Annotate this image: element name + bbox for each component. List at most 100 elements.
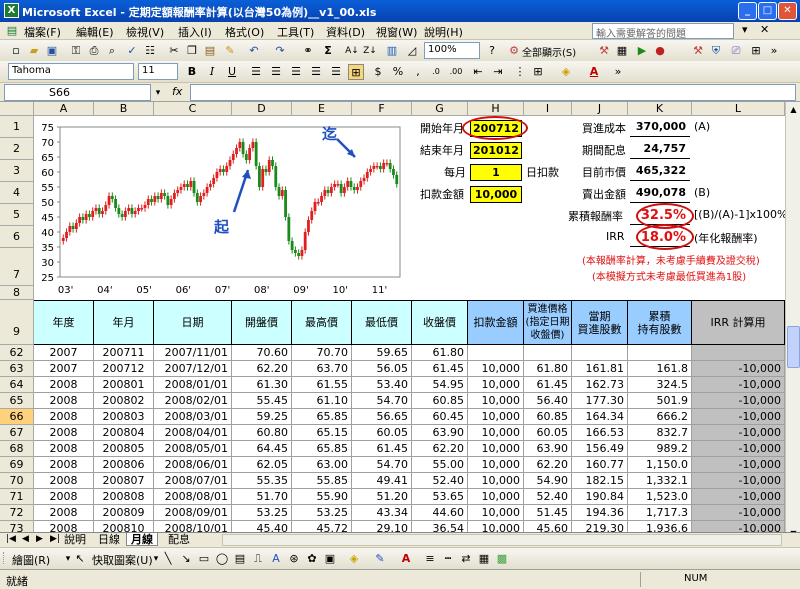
cell-low[interactable]: 49.41: [352, 473, 412, 489]
cell-irr[interactable]: -10,000: [692, 505, 785, 521]
cell-buy-price[interactable]: 63.90: [524, 441, 572, 457]
cell-irr[interactable]: -10,000: [692, 425, 785, 441]
cell-low[interactable]: 51.20: [352, 489, 412, 505]
cell-date[interactable]: 2008/02/01: [154, 393, 232, 409]
cell-close[interactable]: 54.95: [412, 377, 468, 393]
menu-format[interactable]: 格式(O): [225, 24, 264, 40]
cell-buy-price[interactable]: 60.85: [524, 409, 572, 425]
cell-month[interactable]: 200808: [94, 489, 154, 505]
cell-deduct[interactable]: 10,000: [468, 457, 524, 473]
fill-color-icon[interactable]: ◈: [558, 64, 574, 80]
cell-irr[interactable]: -10,000: [692, 361, 785, 377]
cell-year[interactable]: 2007: [34, 345, 94, 361]
cell-shares-held[interactable]: 1,717.3: [628, 505, 692, 521]
row-header[interactable]: 66: [0, 409, 34, 425]
dash-style-icon[interactable]: ┅: [440, 551, 456, 567]
drawing-icon[interactable]: ◿: [404, 43, 420, 59]
tab-monthly[interactable]: 月線: [126, 533, 158, 546]
cell-irr[interactable]: -10,000: [692, 489, 785, 505]
cell-shares-bought[interactable]: 190.84: [572, 489, 628, 505]
cell-high[interactable]: 65.15: [292, 425, 352, 441]
cell-deduct[interactable]: 10,000: [468, 425, 524, 441]
cell-irr[interactable]: -10,000: [692, 409, 785, 425]
cell-buy-price[interactable]: 62.20: [524, 457, 572, 473]
col-header-a[interactable]: A: [34, 102, 94, 116]
increase-indent-icon[interactable]: ⇥: [490, 64, 506, 80]
toolbar-options-icon-2[interactable]: »: [610, 64, 626, 80]
dotted-border-icon[interactable]: ⋮: [512, 64, 528, 80]
cell-high[interactable]: 65.85: [292, 441, 352, 457]
security-icon[interactable]: ⛨: [708, 43, 724, 59]
row-header[interactable]: 4: [0, 182, 34, 204]
cell-shares-bought[interactable]: 156.49: [572, 441, 628, 457]
cell-deduct[interactable]: 10,000: [468, 409, 524, 425]
cell-deduct[interactable]: 10,000: [468, 473, 524, 489]
cell-deduct[interactable]: 10,000: [468, 393, 524, 409]
cell-close[interactable]: 60.85: [412, 393, 468, 409]
row-header[interactable]: 1: [0, 116, 34, 138]
arrow-icon[interactable]: ↘: [178, 551, 194, 567]
cell-irr[interactable]: [692, 345, 785, 361]
justify-icon[interactable]: ☰: [308, 64, 324, 80]
sort-desc-icon[interactable]: Z↓: [362, 43, 378, 59]
deduct-day-input[interactable]: 1: [470, 164, 522, 181]
select-all-corner[interactable]: [0, 102, 34, 116]
cell-irr[interactable]: -10,000: [692, 393, 785, 409]
shadow-icon[interactable]: ▦: [476, 551, 492, 567]
cell-date[interactable]: 2008/03/01: [154, 409, 232, 425]
cell-year[interactable]: 2008: [34, 441, 94, 457]
menu-file[interactable]: 檔案(F): [24, 24, 61, 40]
cell-close[interactable]: 44.60: [412, 505, 468, 521]
sheet-doc-icon[interactable]: ▤: [4, 23, 20, 39]
cell-close[interactable]: 63.90: [412, 425, 468, 441]
permission-icon[interactable]: ⚿: [68, 43, 84, 59]
menu-edit[interactable]: 編輯(E): [76, 24, 114, 40]
cell-date[interactable]: 2007/11/01: [154, 345, 232, 361]
draw-menu-button[interactable]: 繪圖(R): [12, 552, 50, 568]
underline-icon[interactable]: U: [224, 64, 240, 80]
font-size-select[interactable]: 11: [138, 63, 178, 80]
cell-shares-held[interactable]: 1,150.0: [628, 457, 692, 473]
cell-month[interactable]: 200711: [94, 345, 154, 361]
cell-low[interactable]: 43.34: [352, 505, 412, 521]
tab-nav-prev-icon[interactable]: ◀: [18, 533, 33, 546]
copy-icon[interactable]: ❐: [184, 43, 200, 59]
toolbar-options-icon[interactable]: »: [766, 43, 782, 59]
menu-data[interactable]: 資料(D): [326, 24, 365, 40]
cell-date[interactable]: 2008/06/01: [154, 457, 232, 473]
macro-icon[interactable]: ▦: [614, 43, 630, 59]
wordart-icon[interactable]: A: [268, 551, 284, 567]
cell-shares-held[interactable]: 161.8: [628, 361, 692, 377]
cell-open[interactable]: 51.70: [232, 489, 292, 505]
print-icon[interactable]: ⎙: [86, 43, 102, 59]
cell-close[interactable]: 52.40: [412, 473, 468, 489]
cell-deduct[interactable]: 10,000: [468, 441, 524, 457]
cell-shares-held[interactable]: 1,332.1: [628, 473, 692, 489]
cell-high[interactable]: 70.70: [292, 345, 352, 361]
col-header-d[interactable]: D: [232, 102, 292, 116]
diagram-icon[interactable]: ⊛: [286, 551, 302, 567]
cell-open[interactable]: 59.25: [232, 409, 292, 425]
textbox-icon[interactable]: ▤: [232, 551, 248, 567]
cell-date[interactable]: 2008/09/01: [154, 505, 232, 521]
cell-irr[interactable]: -10,000: [692, 441, 785, 457]
menu-insert[interactable]: 插入(I): [178, 24, 212, 40]
tab-instructions[interactable]: 說明: [60, 533, 90, 546]
cell-high[interactable]: 61.55: [292, 377, 352, 393]
format-painter-icon[interactable]: ✎: [222, 43, 238, 59]
currency-icon[interactable]: $: [370, 64, 386, 80]
cell-month[interactable]: 200807: [94, 473, 154, 489]
cell-open[interactable]: 55.45: [232, 393, 292, 409]
col-header-f[interactable]: F: [352, 102, 412, 116]
cell-year[interactable]: 2008: [34, 473, 94, 489]
decrease-decimal-icon[interactable]: .00: [448, 64, 464, 80]
cell-date[interactable]: 2008/05/01: [154, 441, 232, 457]
cell-date[interactable]: 2008/08/01: [154, 489, 232, 505]
cell-open[interactable]: 62.20: [232, 361, 292, 377]
cell-low[interactable]: 60.05: [352, 425, 412, 441]
fx-icon[interactable]: fx: [172, 85, 182, 98]
cell-open[interactable]: 55.35: [232, 473, 292, 489]
cell-shares-bought[interactable]: 161.81: [572, 361, 628, 377]
cell-shares-held[interactable]: 324.5: [628, 377, 692, 393]
end-month-input[interactable]: 201012: [470, 142, 522, 159]
